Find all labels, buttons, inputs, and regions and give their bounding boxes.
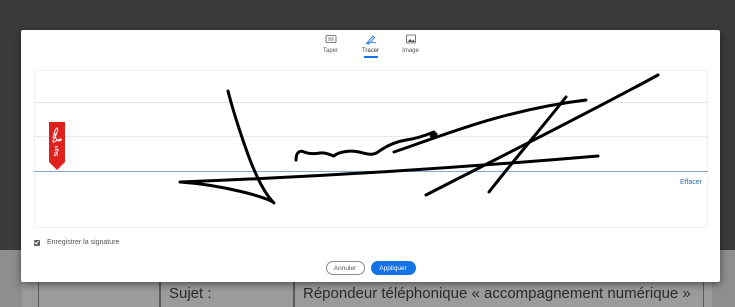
handwritten-signature — [178, 73, 660, 205]
save-signature-label: Enregistrer la signature — [47, 239, 120, 246]
active-tab-indicator — [363, 56, 378, 58]
apply-button[interactable]: Appliquer — [370, 261, 416, 275]
tab-image-label: Image — [402, 48, 419, 54]
tab-type[interactable]: Taper — [318, 32, 344, 58]
keyboard-icon — [325, 35, 336, 43]
clear-link[interactable]: Effacer — [680, 179, 702, 186]
cancel-button[interactable]: Annuler — [325, 261, 365, 275]
signature-dialog: Taper Tracer Image Sign Effacer Enregist… — [21, 30, 720, 282]
draw-pen-icon — [365, 35, 376, 45]
save-signature-option: Enregistrer la signature — [34, 239, 119, 246]
tab-image[interactable]: Image — [398, 32, 424, 58]
dialog-actions: Annuler Appliquer — [21, 261, 720, 275]
signature-mode-tabs: Taper Tracer Image — [21, 32, 720, 62]
save-signature-checkbox[interactable] — [34, 239, 40, 246]
tab-draw-label: Tracer — [361, 48, 380, 54]
tab-type-label: Taper — [322, 48, 338, 54]
signature-drawing-area[interactable]: Sign Effacer — [34, 70, 708, 228]
tab-draw[interactable]: Tracer — [358, 32, 384, 58]
image-icon — [405, 34, 416, 44]
